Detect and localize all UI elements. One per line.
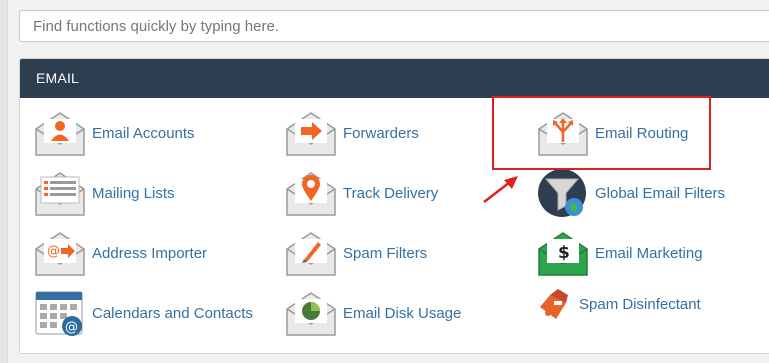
calendars-contacts-icon: @: [35, 288, 85, 338]
section-header[interactable]: EMAIL: [20, 59, 769, 98]
email-disk-usage-label: Email Disk Usage: [343, 304, 462, 322]
track-delivery-label: Track Delivery: [343, 184, 439, 202]
email-routing-link[interactable]: Email Routing: [538, 108, 688, 158]
email-disk-usage-icon: [286, 288, 336, 338]
mailing-lists-label: Mailing Lists: [92, 184, 175, 202]
spam-filters-link[interactable]: Spam Filters: [286, 228, 427, 278]
global-email-filters-label: Global Email Filters: [595, 184, 726, 202]
email-routing-icon: [538, 108, 588, 158]
spam-disinfectant-label: Spam Disinfectant: [579, 295, 701, 313]
mailing-lists-icon: [35, 168, 85, 218]
spam-filters-icon: [286, 228, 336, 278]
search-input[interactable]: [19, 10, 769, 42]
email-marketing-link[interactable]: $ Email Marketing: [538, 228, 703, 278]
email-marketing-label: Email Marketing: [595, 244, 703, 262]
email-disk-usage-link[interactable]: Email Disk Usage: [286, 288, 461, 338]
svg-text:$: $: [558, 243, 570, 263]
spam-filters-label: Spam Filters: [343, 244, 428, 262]
global-email-filters-icon: [538, 168, 588, 218]
calendars-contacts-label: Calendars and Contacts: [92, 304, 253, 322]
address-importer-label: Address Importer: [92, 244, 208, 262]
mailing-lists-link[interactable]: Mailing Lists: [35, 168, 175, 218]
forwarders-label: Forwarders: [343, 124, 419, 142]
spam-disinfectant-icon: [538, 279, 572, 329]
svg-text:@: @: [65, 320, 78, 335]
email-marketing-icon: $: [538, 228, 588, 278]
email-accounts-link[interactable]: Email Accounts: [35, 108, 195, 158]
email-accounts-label: Email Accounts: [92, 124, 195, 142]
email-accounts-icon: [35, 108, 85, 158]
spam-disinfectant-link[interactable]: Spam Disinfectant: [538, 279, 701, 329]
forwarders-icon: [286, 108, 336, 158]
email-routing-label: Email Routing: [595, 124, 689, 142]
svg-text:@: @: [47, 244, 60, 259]
calendars-contacts-link[interactable]: @ Calendars and Contacts: [35, 288, 253, 338]
address-importer-link[interactable]: @ Address Importer: [35, 228, 207, 278]
forwarders-link[interactable]: Forwarders: [286, 108, 419, 158]
email-section-panel: EMAIL Email Accounts Forwarders Email Ro…: [19, 58, 769, 354]
track-delivery-icon: [286, 168, 336, 218]
track-delivery-link[interactable]: Track Delivery: [286, 168, 438, 218]
global-email-filters-link[interactable]: Global Email Filters: [538, 168, 725, 218]
left-edge-strip: [0, 0, 8, 363]
address-importer-icon: @: [35, 228, 85, 278]
